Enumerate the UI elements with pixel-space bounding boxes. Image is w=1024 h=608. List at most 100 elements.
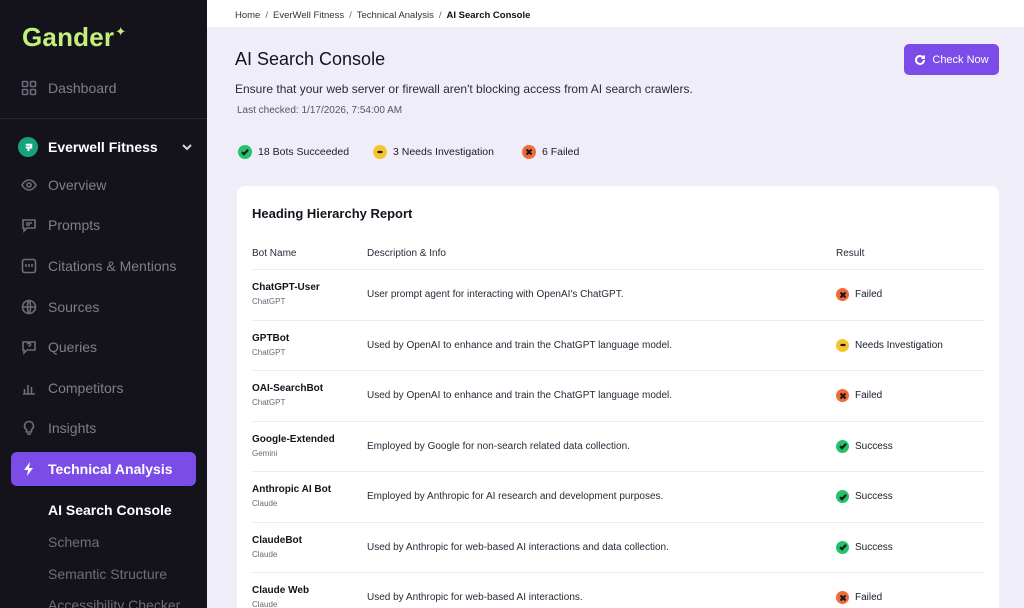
summary-failed: 6 Failed [522, 144, 579, 159]
sidebar-item-queries[interactable]: Queries [20, 330, 97, 364]
sidebar-item-label: Prompts [48, 217, 101, 233]
bot-org: ChatGPT [252, 398, 286, 407]
refresh-icon [915, 54, 926, 65]
bot-description: Employed by Google for non-search relate… [367, 440, 630, 452]
subnav-ai-search-console[interactable]: AI Search Console [48, 502, 172, 518]
minus-icon [836, 338, 849, 352]
bot-description: Employed by Anthropic for AI research an… [367, 491, 664, 502]
summary-succeeded: 18 Bots Succeeded [238, 144, 349, 159]
question-icon [20, 338, 38, 356]
grid-icon [20, 79, 38, 97]
result-label: Success [855, 440, 893, 452]
table-row: Google-Extended Gemini Employed by Google … [252, 420, 984, 471]
bot-org: Claude [252, 499, 278, 508]
bot-description: Used by Anthropic for web-based AI inter… [367, 592, 583, 603]
bot-name: Anthropic AI Bot [252, 484, 332, 495]
result-status: Success [836, 540, 893, 554]
workspace-logo-icon [18, 137, 38, 157]
subnav-schema[interactable]: Schema [48, 534, 99, 550]
sidebar-item-dashboard[interactable]: Dashboard [20, 71, 117, 105]
result-status: Success [836, 490, 893, 503]
eye-icon [20, 176, 38, 194]
sidebar-item-insights[interactable]: Insights [20, 411, 96, 445]
breadcrumb-home[interactable]: Home [235, 10, 260, 21]
summary-failed-label: 6 Failed [542, 145, 580, 158]
report-card: Heading Hierarchy Report Bot Name Descri… [237, 186, 999, 608]
sidebar-item-sources[interactable]: Sources [20, 290, 99, 324]
bot-org: Claude [252, 549, 278, 559]
bot-org: ChatGPT [252, 297, 286, 306]
workspace-selector[interactable]: Everwell Fitness [18, 134, 194, 160]
column-header-description: Description & Info [367, 248, 446, 259]
subnav-accessibility-checker[interactable]: Accessibility Checker [48, 597, 180, 608]
bot-org: Gemini [252, 448, 278, 458]
table-row: ChatGPT-User ChatGPT User prompt agent for… [252, 269, 984, 319]
sidebar-item-citations[interactable]: Citations & Mentions [20, 249, 176, 283]
sidebar-item-overview[interactable]: Overview [20, 168, 106, 202]
bot-name: Claude Web [252, 585, 310, 596]
sidebar-item-label: Competitors [48, 380, 124, 396]
bot-name: OAI-SearchBot [252, 383, 324, 394]
bot-name: Google-Extended [252, 433, 335, 445]
result-label: Failed [855, 592, 883, 603]
summary-investigation-label: 3 Needs Investigation [393, 145, 494, 158]
table-row: GPTBot ChatGPT Used by OpenAI to enhance a… [252, 319, 984, 370]
workspace-name: Everwell Fitness [48, 139, 158, 155]
column-header-bot-name: Bot Name [252, 248, 297, 259]
check-now-button[interactable]: Check Now [904, 44, 999, 75]
check-icon [836, 540, 849, 554]
sidebar-item-label: Dashboard [48, 80, 117, 96]
result-label: Failed [855, 390, 883, 401]
breadcrumb-technical-analysis[interactable]: Technical Analysis [357, 10, 434, 21]
sparkle-icon: ✦ [115, 24, 127, 39]
result-status: Success [836, 439, 893, 453]
chevron-down-icon[interactable] [180, 140, 194, 154]
check-icon [238, 144, 252, 159]
report-title: Heading Hierarchy Report [252, 206, 413, 221]
check-icon [836, 490, 849, 503]
bolt-icon [24, 462, 33, 476]
breadcrumb-workspace[interactable]: EverWell Fitness [273, 10, 344, 21]
table-row: Anthropic AI Bot Claude Employed by Anthro… [252, 471, 984, 521]
page-title: AI Search Console [235, 49, 386, 69]
sidebar-item-technical-analysis[interactable]: Technical Analysis [11, 452, 196, 486]
x-icon [836, 288, 849, 301]
bot-org: ChatGPT [252, 347, 286, 357]
lightbulb-icon [20, 419, 38, 437]
bot-description: Used by OpenAI to enhance and train the … [367, 339, 673, 351]
bot-name: GPTBot [252, 332, 290, 344]
bot-org: Claude [252, 600, 278, 608]
sidebar-item-label: Technical Analysis [48, 461, 173, 477]
minus-icon [373, 144, 387, 159]
result-label: Needs Investigation [855, 339, 943, 351]
last-checked: Last checked: 1/17/2026, 7:54:00 AM [237, 105, 403, 116]
result-label: Success [855, 541, 893, 553]
sidebar-item-label: Queries [48, 339, 98, 355]
sidebar-item-competitors[interactable]: Competitors [20, 371, 123, 405]
result-status: Failed [836, 288, 882, 301]
result-status: Needs Investigation [836, 338, 943, 352]
bot-description: Used by Anthropic for web-based AI inter… [367, 541, 669, 553]
result-label: Failed [855, 289, 883, 300]
column-header-result: Result [836, 248, 865, 259]
table-row: Claude Web Claude Used by Anthropic for we… [252, 572, 984, 608]
bot-description: Used by OpenAI to enhance and train the … [367, 390, 673, 401]
sidebar-divider [0, 118, 207, 119]
table-row: OAI-SearchBot ChatGPT Used by OpenAI to en… [252, 370, 984, 420]
x-icon [522, 144, 536, 159]
sidebar-item-label: Citations & Mentions [48, 258, 177, 274]
bar-chart-icon [20, 379, 38, 397]
sidebar-item-prompts[interactable]: Prompts [20, 208, 100, 242]
bot-name: ChatGPT-User [252, 282, 320, 293]
result-status: Failed [836, 591, 882, 604]
check-icon [836, 439, 849, 453]
logo[interactable]: Gander✦ [22, 22, 127, 53]
sidebar-item-label: Sources [48, 299, 100, 315]
x-icon [836, 591, 849, 604]
summary-investigation: 3 Needs Investigation [373, 144, 494, 159]
sidebar: Gander✦ Dashboard Everwell Fitness Overv… [0, 0, 207, 608]
page-subtitle: Ensure that your web server or firewall … [235, 82, 693, 96]
subnav-semantic-structure[interactable]: Semantic Structure [48, 566, 167, 582]
sidebar-item-label: Overview [48, 177, 107, 193]
breadcrumb-current: AI Search Console [446, 10, 531, 21]
